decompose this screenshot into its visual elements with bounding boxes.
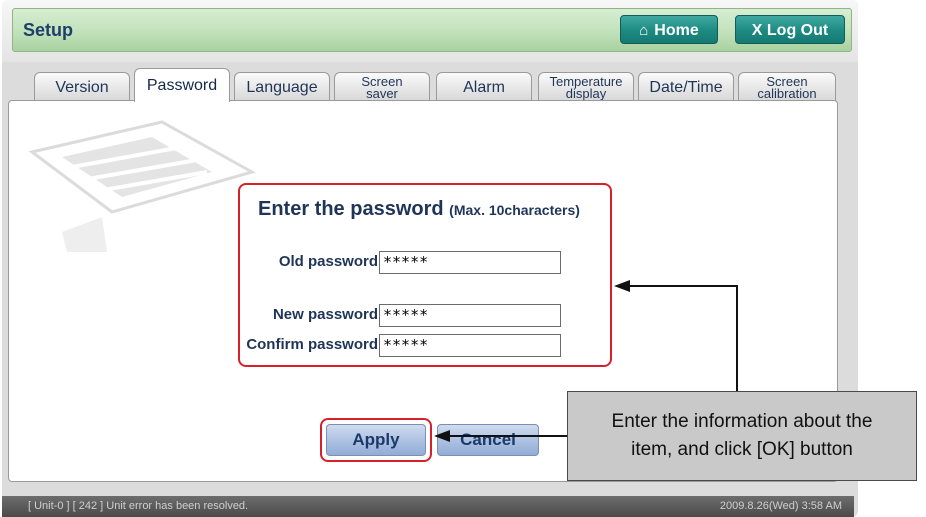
instruction-callout: Enter the information about the item, an… bbox=[567, 391, 917, 481]
apply-button[interactable]: Apply bbox=[326, 424, 426, 456]
tab-screen-calibration[interactable]: Screen calibration bbox=[738, 72, 836, 102]
tab-date-time[interactable]: Date/Time bbox=[638, 72, 734, 102]
tab-temperature-display[interactable]: Temperature display bbox=[538, 72, 634, 102]
form-title: Enter the password (Max. 10characters) bbox=[258, 198, 580, 221]
tab-temperature-line2: display bbox=[565, 85, 607, 101]
header-bar: Setup ⌂ Home X Log Out bbox=[2, 0, 858, 62]
tab-language[interactable]: Language bbox=[234, 72, 330, 102]
new-password-label: New password bbox=[272, 306, 378, 323]
old-password-label: Old password bbox=[278, 253, 378, 270]
tab-screen-saver[interactable]: Screen saver bbox=[334, 72, 430, 102]
old-password-field[interactable]: ***** bbox=[379, 251, 561, 274]
confirm-password-label: Confirm password bbox=[246, 336, 378, 353]
tab-version[interactable]: Version bbox=[34, 72, 130, 102]
form-title-text: Enter the password bbox=[258, 198, 444, 220]
tab-alarm[interactable]: Alarm bbox=[436, 72, 532, 102]
home-icon: ⌂ bbox=[639, 22, 649, 39]
home-label: Home bbox=[654, 22, 699, 39]
status-message: [ Unit-0 ] [ 242 ] Unit error has been r… bbox=[28, 500, 249, 512]
cancel-button[interactable]: Cancel bbox=[437, 424, 539, 456]
tab-screen-saver-line2: saver bbox=[366, 85, 398, 101]
title-bar: Setup ⌂ Home X Log Out bbox=[12, 8, 852, 52]
callout-line1: Enter the information about the bbox=[611, 411, 873, 432]
new-password-field[interactable]: ***** bbox=[379, 304, 561, 327]
status-bar: [ Unit-0 ] [ 242 ] Unit error has been r… bbox=[2, 496, 854, 517]
callout-line2: item, and click [OK] button bbox=[631, 439, 853, 460]
confirm-password-field[interactable]: ***** bbox=[379, 334, 561, 357]
home-button[interactable]: ⌂ Home bbox=[620, 15, 718, 44]
max-characters-note: (Max. 10characters) bbox=[449, 202, 580, 218]
tab-password[interactable]: Password bbox=[134, 68, 230, 102]
logout-button[interactable]: X Log Out bbox=[735, 15, 845, 44]
tab-calibration-line2: calibration bbox=[757, 85, 817, 101]
air-conditioner-watermark-icon bbox=[28, 120, 256, 252]
status-datetime: 2009.8.26(Wed) 3:58 AM bbox=[719, 500, 842, 512]
page-title: Setup bbox=[23, 20, 74, 40]
